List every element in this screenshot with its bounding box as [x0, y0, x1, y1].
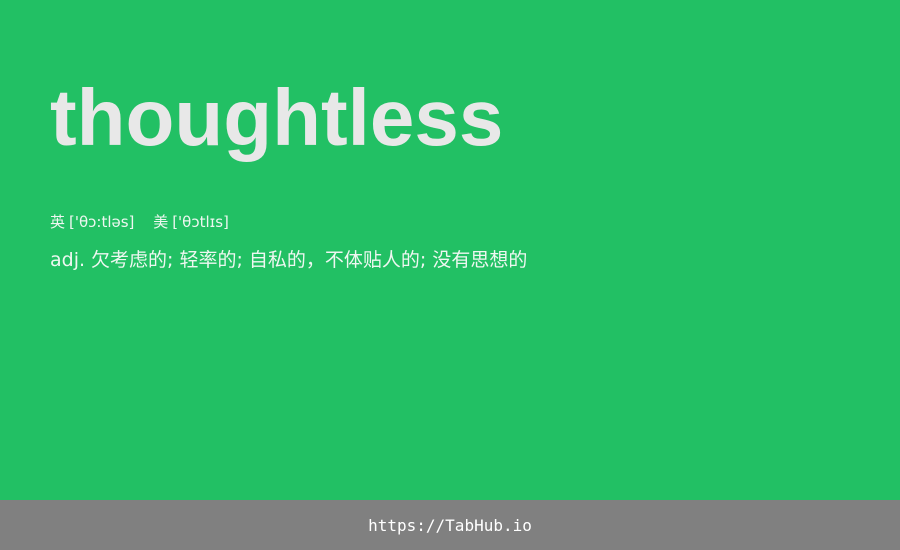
phonetic-uk-ipa: ['θɔ:tləs]: [69, 213, 135, 231]
headword: thoughtless: [50, 73, 504, 162]
word-card: thoughtless 英 ['θɔ:tləs] 美 ['θɔtlɪs] adj. 欠…: [0, 0, 900, 500]
phonetic-us-ipa: ['θɔtlɪs]: [172, 213, 229, 231]
footer-bar: https://TabHub.io: [0, 500, 900, 550]
tabhub-link[interactable]: https://TabHub.io: [368, 516, 532, 535]
phonetic-us: 美 ['θɔtlɪs]: [153, 213, 229, 231]
definition-text: 欠考虑的; 轻率的; 自私的，不体贴人的; 没有思想的: [91, 249, 528, 271]
phonetic-uk: 英 ['θɔ:tləs]: [50, 213, 139, 231]
part-of-speech: adj.: [50, 249, 86, 271]
phonetic-uk-label: 英: [50, 213, 66, 231]
phonetic-us-label: 美: [153, 213, 169, 231]
definition: adj. 欠考虑的; 轻率的; 自私的，不体贴人的; 没有思想的: [50, 246, 527, 274]
phonetics: 英 ['θɔ:tləs] 美 ['θɔtlɪs]: [50, 212, 243, 232]
